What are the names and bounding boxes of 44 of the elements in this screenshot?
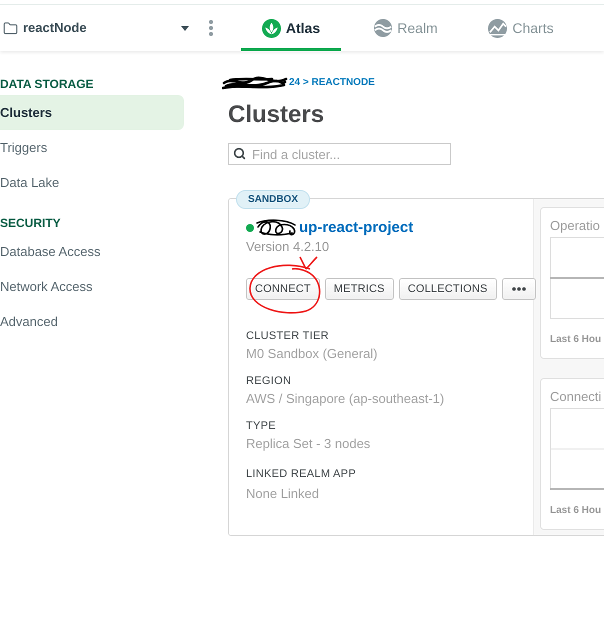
sidebar-item[interactable]: Data Lake	[0, 165, 184, 200]
detail-value: None Linked	[246, 485, 320, 502]
scribble-icon	[222, 74, 288, 92]
cluster-action-button[interactable]: COLLECTIONS	[398, 278, 497, 300]
ellipsis-icon	[512, 287, 526, 291]
metric-time-range: Last 6 Hou	[550, 504, 602, 518]
metric-title: Operatio	[550, 218, 601, 234]
leaf-icon	[262, 18, 281, 38]
cluster-action-button[interactable]: METRICS	[324, 278, 394, 300]
search-field[interactable]: Find a cluster...	[228, 143, 451, 165]
product-tab[interactable]: Atlas	[241, 5, 341, 51]
cluster-name-link[interactable]: up-react-project	[299, 218, 414, 237]
caret-down-icon	[181, 26, 189, 30]
detail-label: REGION	[246, 374, 292, 388]
search-icon	[233, 147, 246, 160]
kebab-menu-icon	[209, 20, 213, 36]
line-chart-icon	[488, 18, 508, 38]
cluster-version: Version 4.2.10	[246, 239, 330, 255]
project-selector[interactable]: reactNode	[0, 5, 193, 51]
folder-icon	[3, 20, 18, 36]
sidebar-item[interactable]: Triggers	[0, 130, 184, 165]
detail-label: TYPE	[246, 419, 277, 433]
metric-title: Connecti	[550, 389, 602, 405]
detail-label: LINKED REALM APP	[246, 467, 356, 481]
detail-value: Replica Set - 3 nodes	[246, 435, 370, 452]
section-heading: DATA STORAGE	[0, 76, 95, 92]
sidebar-item[interactable]: Database Access	[0, 234, 184, 269]
breadcrumb-link[interactable]: 24 > REACTNODE	[289, 76, 375, 90]
sidebar-item[interactable]: Clusters	[0, 95, 184, 130]
detail-value: AWS / Singapore (ap-southeast-1)	[246, 390, 444, 407]
section-heading: SECURITY	[0, 215, 62, 231]
detail-label: CLUSTER TIER	[246, 329, 330, 343]
cluster-action-button[interactable]: CONNECT	[246, 278, 320, 300]
sidebar-item[interactable]: Network Access	[0, 269, 184, 304]
product-tab[interactable]: Realm	[356, 5, 456, 51]
sidebar-item[interactable]: Advanced	[0, 304, 184, 339]
waves-icon	[374, 19, 392, 37]
scribble-icon	[254, 216, 298, 238]
sandbox-badge: SANDBOX	[236, 190, 310, 209]
page-title: Clusters	[228, 100, 324, 130]
product-tab[interactable]: Charts	[471, 5, 571, 51]
metric-time-range: Last 6 Hou	[550, 333, 602, 347]
more-button[interactable]	[502, 278, 536, 300]
detail-value: M0 Sandbox (General)	[246, 345, 378, 362]
